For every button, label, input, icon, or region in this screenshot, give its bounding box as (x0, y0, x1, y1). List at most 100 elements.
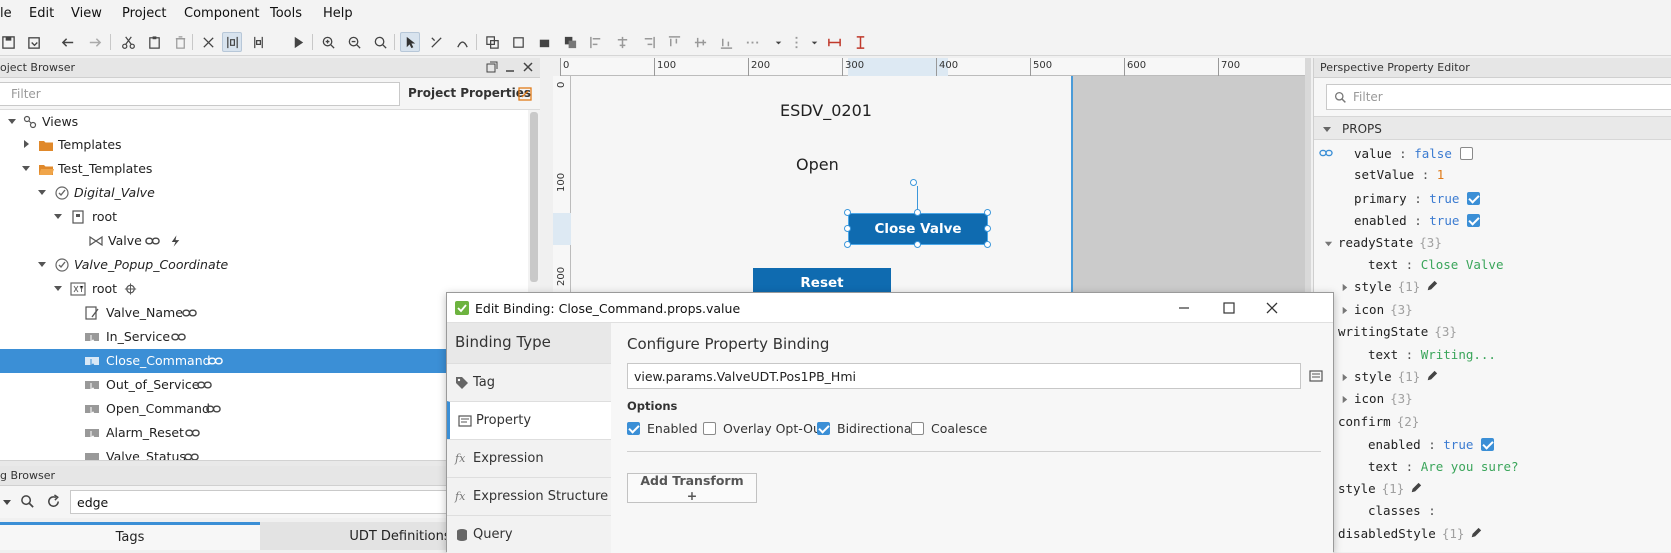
tree-item-test-templates[interactable]: Test_Templates (0, 157, 530, 181)
property-value[interactable]: Are you sure? (1421, 459, 1519, 474)
close-window-icon[interactable] (1263, 299, 1281, 317)
select-pointer-icon[interactable] (400, 32, 420, 52)
expand-arrow-icon[interactable] (20, 138, 32, 150)
property-row[interactable]: disabledStyle {1} (1314, 523, 1671, 545)
style-edit-icon[interactable] (1426, 370, 1438, 382)
float-panel-icon[interactable] (486, 61, 498, 76)
binding-link-icon[interactable] (206, 402, 221, 416)
tree-item-valve[interactable]: Valve (0, 229, 530, 253)
dropdown-arrow-icon[interactable] (768, 32, 788, 52)
edge-icon[interactable] (452, 32, 472, 52)
binding-link-icon[interactable] (208, 354, 223, 368)
binding-link-icon[interactable] (171, 330, 186, 344)
resize-handle[interactable] (914, 241, 921, 248)
move-front-icon[interactable] (560, 32, 580, 52)
menu-file[interactable]: le (0, 6, 12, 21)
property-row[interactable]: readyState {3} (1314, 232, 1671, 254)
distribute-vertical-alt-icon[interactable] (786, 32, 806, 52)
dropdown-arrow-icon[interactable] (2, 496, 12, 510)
property-path-field[interactable] (627, 363, 1301, 389)
property-row[interactable]: style {1} (1314, 366, 1671, 388)
align-top-icon[interactable] (664, 32, 684, 52)
property-row[interactable]: icon {3} (1314, 299, 1671, 321)
resize-handle[interactable] (914, 209, 921, 216)
property-value[interactable]: Close Valve (1421, 257, 1504, 272)
binding-type-expression-structure[interactable]: fx Expression Structure (447, 477, 611, 515)
tree-item-root[interactable]: root (0, 205, 530, 229)
property-row[interactable]: confirm {2} (1314, 411, 1671, 433)
binding-link-icon[interactable] (185, 426, 200, 440)
property-checkbox[interactable] (1459, 147, 1473, 160)
resize-handle[interactable] (984, 225, 991, 232)
resize-handle[interactable] (984, 209, 991, 216)
align-center-icon[interactable] (612, 32, 632, 52)
style-edit-icon[interactable] (1410, 482, 1422, 494)
property-row[interactable]: enabled : true (1314, 209, 1671, 231)
undo-icon[interactable] (58, 32, 78, 52)
maximize-window-icon[interactable] (1220, 299, 1238, 317)
property-row[interactable]: style {1} (1314, 478, 1671, 500)
align-left-icon[interactable] (586, 32, 606, 52)
binding-type-tag[interactable]: Tag (447, 363, 611, 401)
valve-status-label[interactable]: Open (796, 155, 839, 174)
property-value[interactable]: Writing... (1421, 347, 1496, 362)
property-row[interactable]: text : Are you sure? (1314, 456, 1671, 478)
position-target-icon[interactable] (123, 282, 138, 296)
property-row[interactable]: primary : true (1314, 187, 1671, 209)
expand-arrow-icon[interactable] (1340, 373, 1349, 382)
menu-component[interactable]: Component (184, 6, 259, 21)
minimize-panel-icon[interactable] (504, 61, 516, 76)
collapse-arrow-icon[interactable] (52, 210, 64, 222)
coalesce-checkbox[interactable] (911, 422, 924, 435)
minimize-window-icon[interactable] (1175, 299, 1193, 317)
zoom-out-icon[interactable] (344, 32, 364, 52)
binding-type-query[interactable]: Query (447, 515, 611, 553)
align-bottom-icon[interactable] (716, 32, 736, 52)
group-icon[interactable] (482, 32, 502, 52)
tab-tags[interactable]: Tags (0, 522, 260, 550)
props-section-header[interactable]: PROPS (1314, 116, 1671, 140)
expand-arrow-icon[interactable] (1340, 283, 1349, 292)
resize-handle[interactable] (844, 209, 851, 216)
collapse-arrow-icon[interactable] (36, 258, 48, 270)
property-checkbox[interactable] (1481, 438, 1495, 452)
binding-link-icon[interactable] (182, 306, 197, 320)
property-row[interactable]: enabled : true (1314, 433, 1671, 455)
tree-item-templates[interactable]: Templates (0, 133, 530, 157)
valve-name-label[interactable]: ESDV_0201 (780, 101, 872, 120)
browse-properties-icon[interactable] (1309, 369, 1323, 383)
close-panel-icon[interactable] (522, 61, 534, 76)
property-row[interactable]: style {1} (1314, 276, 1671, 298)
tree-scroll-thumb[interactable] (530, 112, 538, 282)
project-filter-field[interactable] (0, 82, 400, 106)
expand-arrow-icon[interactable] (1340, 306, 1349, 315)
style-edit-icon[interactable] (1470, 527, 1482, 539)
project-properties-icon[interactable] (518, 87, 532, 104)
script-lightning-icon[interactable] (168, 234, 183, 248)
distribute-horizontal-icon[interactable] (222, 32, 242, 52)
property-path-input[interactable] (628, 364, 1300, 388)
property-row[interactable]: text : Close Valve (1314, 254, 1671, 276)
collapse-arrow-icon[interactable] (1322, 124, 1332, 134)
align-middle-icon[interactable] (690, 32, 710, 52)
style-edit-icon[interactable] (1426, 280, 1438, 292)
move-back-icon[interactable] (534, 32, 554, 52)
menu-tools[interactable]: Tools (270, 6, 302, 21)
binding-link-icon[interactable] (184, 450, 199, 460)
tree-item-digital-valve[interactable]: Digital_Valve (0, 181, 530, 205)
collapse-arrow-icon[interactable] (20, 162, 32, 174)
play-icon[interactable] (288, 32, 308, 52)
binding-type-expression[interactable]: fx Expression (447, 439, 611, 477)
collapse-arrow-icon[interactable] (6, 115, 18, 127)
delete-icon[interactable] (170, 32, 190, 52)
zoom-fit-icon[interactable] (370, 32, 390, 52)
match-height-icon[interactable] (850, 32, 870, 52)
collapse-arrow-icon[interactable] (1324, 239, 1333, 248)
collapse-arrow-icon[interactable] (36, 186, 48, 198)
search-icon[interactable] (20, 494, 35, 512)
expand-arrow-icon[interactable] (1340, 395, 1349, 404)
tree-item-valve-popup-coordinate[interactable]: Valve_Popup_Coordinate (0, 253, 530, 277)
ungroup-icon[interactable] (508, 32, 528, 52)
project-filter-input[interactable] (0, 83, 399, 105)
distribute-vertical-icon[interactable] (248, 32, 268, 52)
